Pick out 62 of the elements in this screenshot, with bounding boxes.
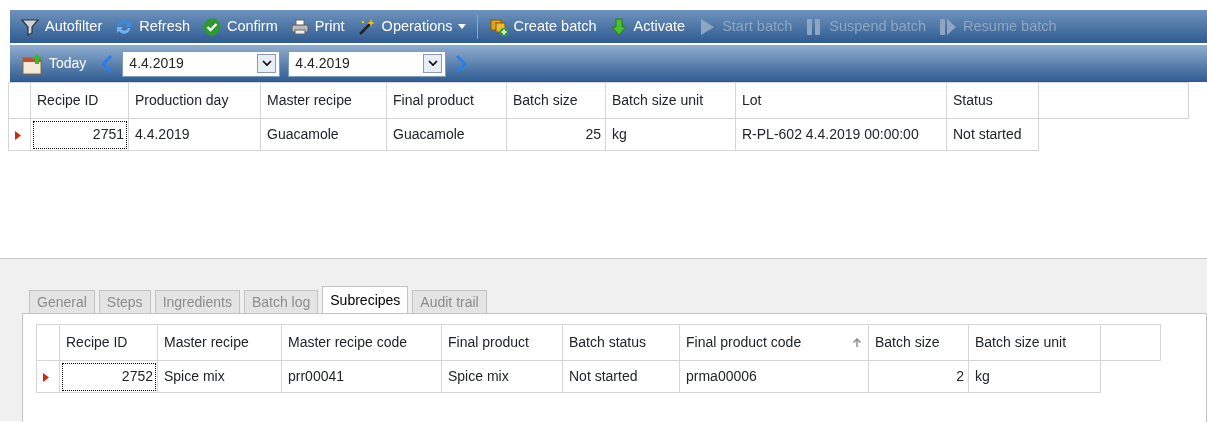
today-button[interactable]: Today [18, 52, 91, 75]
tab[interactable]: Subrecipes [322, 286, 409, 313]
column-header[interactable]: Final product [386, 82, 507, 119]
column-header[interactable]: Batch size [506, 82, 606, 119]
chevron-down-icon [261, 60, 272, 67]
column-header[interactable]: Batch size unit [968, 324, 1101, 361]
dropdown-toggle-button[interactable] [257, 54, 277, 73]
column-header[interactable]: Recipe ID [59, 324, 158, 361]
table-cell: Guacamole [386, 118, 507, 151]
column-header[interactable]: Batch status [562, 324, 680, 361]
column-header[interactable]: Recipe ID [30, 82, 129, 119]
column-header[interactable]: Master recipe [157, 324, 282, 361]
header-cell [1100, 324, 1161, 361]
caret-icon [457, 24, 466, 29]
funnel-icon [20, 16, 40, 37]
column-header[interactable]: Status [946, 82, 1039, 119]
column-header[interactable]: Master recipe code [281, 324, 442, 361]
row-indicator-cell[interactable] [36, 360, 60, 393]
row-indicator-cell[interactable] [8, 118, 31, 151]
table-cell: 25 [506, 118, 606, 151]
column-header[interactable]: Final product [441, 324, 563, 361]
table-cell: kg [605, 118, 736, 151]
calendar-icon [22, 52, 44, 75]
toolbar-button[interactable]: Print [285, 15, 349, 38]
table-cell: R-PL-602 4.4.2019 00:00:00 [735, 118, 947, 151]
table-cell: prr00041 [281, 360, 442, 393]
toolbar-button[interactable]: Confirm [198, 15, 282, 38]
boxes-icon [488, 16, 509, 37]
table-cell: Guacamole [260, 118, 387, 151]
toolbar-button[interactable]: Autofilter [16, 15, 107, 38]
column-header[interactable]: Final product code [679, 324, 869, 361]
table-cell: Spice mix [441, 360, 563, 393]
toolbar-button[interactable]: Activate [604, 15, 690, 38]
table-cell: 2 [868, 360, 969, 393]
header-cell [8, 82, 31, 119]
current-row-icon [15, 130, 21, 140]
printer-icon [289, 16, 310, 37]
date-field[interactable]: 4.4.2019 [288, 50, 447, 77]
table-cell: Not started [562, 360, 680, 393]
table-cell: 2751 [30, 118, 129, 151]
column-header[interactable]: Production day [128, 82, 261, 119]
column-header[interactable]: Batch size [868, 324, 969, 361]
arrow-down-icon [608, 16, 629, 37]
header-cell [36, 324, 60, 361]
column-header[interactable]: Lot [735, 82, 947, 119]
check-icon [202, 16, 222, 37]
chevron-down-icon [427, 60, 438, 67]
table-cell: Spice mix [157, 360, 282, 393]
dropdown-button[interactable]: Operations [352, 15, 470, 38]
column-header[interactable]: Master recipe [260, 82, 387, 119]
toolbar-button[interactable]: Create batch [484, 15, 601, 38]
toolbar-button[interactable]: Refresh [110, 15, 194, 38]
dropdown-toggle-button[interactable] [423, 54, 443, 73]
table-cell: Not started [946, 118, 1039, 151]
sort-ascending-icon [852, 337, 862, 348]
date-field[interactable]: 4.4.2019 [122, 50, 281, 77]
column-header[interactable]: Batch size unit [605, 82, 736, 119]
table-cell: 2752 [59, 360, 158, 393]
table-cell: prma00006 [679, 360, 869, 393]
current-row-icon [43, 372, 49, 382]
table-cell: kg [968, 360, 1101, 393]
table-cell: 4.4.2019 [128, 118, 261, 151]
